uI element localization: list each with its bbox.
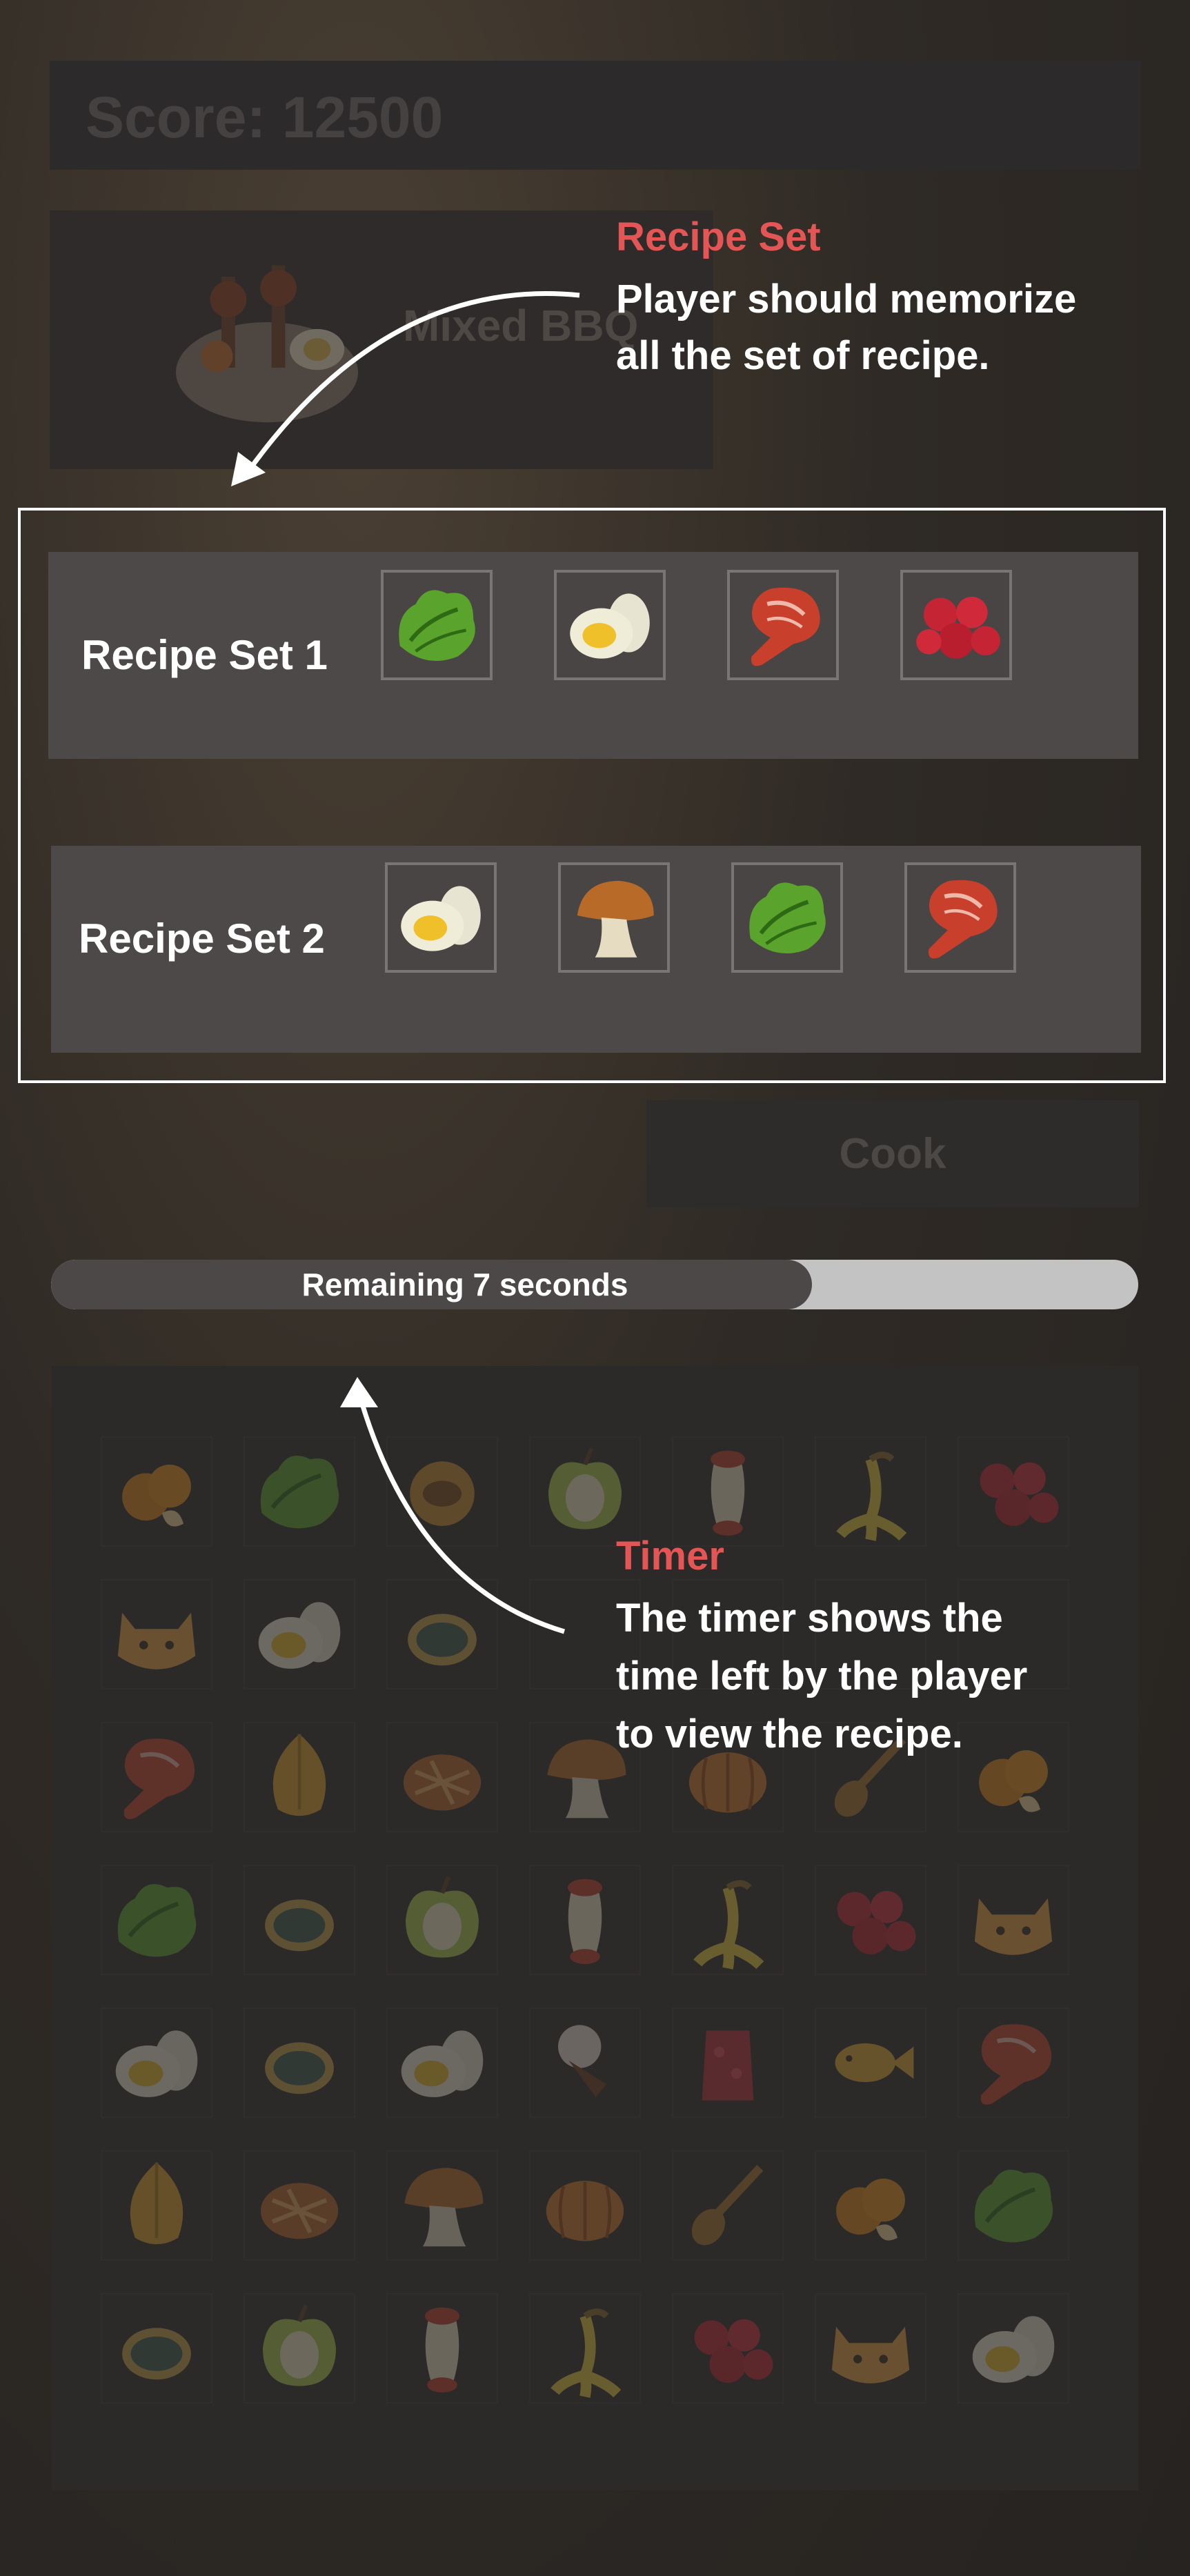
lettuce-icon [381, 570, 493, 680]
banana-peel-icon[interactable] [672, 1865, 784, 1975]
recipe-set-annotation-line1: Player should memorize [616, 277, 1077, 321]
egg-icon [385, 862, 497, 973]
recipe-set-2-label: Recipe Set 2 [79, 915, 325, 962]
cook-button[interactable]: Cook [646, 1100, 1139, 1207]
bbq-bowl-icon [153, 231, 381, 452]
pumpkin-icon[interactable] [529, 2150, 641, 2261]
apple-core-icon[interactable] [529, 1865, 641, 1975]
fish-can-icon[interactable] [101, 2293, 212, 2404]
egg-icon[interactable] [958, 2293, 1069, 2404]
meat-icon[interactable] [101, 1722, 212, 1832]
egg-icon[interactable] [386, 2008, 498, 2118]
apple-icon[interactable] [386, 1865, 498, 1975]
recipe-set-annotation-line2: all the set of recipe. [616, 333, 990, 378]
timer-annotation-line2: time left by the player [616, 1654, 1028, 1698]
berries-icon[interactable] [815, 1865, 926, 1975]
cook-button-label: Cook [839, 1130, 946, 1178]
dish-label: Mixed BBQ [403, 301, 639, 350]
timer-text: Remaining 7 seconds [301, 1267, 628, 1302]
fish-can-icon[interactable] [244, 1865, 355, 1975]
mooncake-icon[interactable] [386, 1436, 498, 1547]
mushroom-icon[interactable] [386, 2150, 498, 2261]
dish-panel: Mixed BBQ [50, 210, 713, 469]
apple-core-icon[interactable] [386, 2293, 498, 2404]
timer-annotation-title: Timer [616, 1534, 724, 1578]
banana-peel-icon[interactable] [529, 2293, 641, 2404]
meat-icon [727, 570, 839, 680]
ice-cream-icon[interactable] [529, 2008, 641, 2118]
onion-icon[interactable] [244, 1722, 355, 1832]
fish-icon[interactable] [815, 2008, 926, 2118]
fish-can-icon[interactable] [244, 2008, 355, 2118]
recipe-set-1-label: Recipe Set 1 [81, 632, 328, 678]
score-text: Score: 12500 [86, 85, 444, 150]
meat-icon [904, 862, 1016, 973]
berries-icon[interactable] [672, 2293, 784, 2404]
meat-icon[interactable] [958, 2008, 1069, 2118]
orange-icon[interactable] [958, 1722, 1069, 1832]
banana-peel-icon[interactable] [815, 1436, 926, 1547]
apple-core-icon[interactable] [672, 1436, 784, 1547]
apple-icon[interactable] [529, 1436, 641, 1547]
egg-icon [554, 570, 666, 680]
timer-bar: Remaining 7 seconds [51, 1260, 1138, 1309]
spoon-icon[interactable] [672, 2150, 784, 2261]
recipe-set-annotation-title: Recipe Set [616, 215, 821, 259]
gummy-icon[interactable] [672, 2008, 784, 2118]
lettuce-icon[interactable] [101, 1865, 212, 1975]
timer-annotation-line3: to view the recipe. [616, 1712, 963, 1756]
pie-icon[interactable] [244, 2150, 355, 2261]
cat-face-icon[interactable] [101, 1579, 212, 1690]
mushroom-icon [558, 862, 670, 973]
onion-icon[interactable] [101, 2150, 212, 2261]
timer-annotation-line1: The timer shows the [616, 1596, 1003, 1641]
berries-icon [900, 570, 1012, 680]
egg-icon[interactable] [244, 1579, 355, 1690]
pie-icon[interactable] [386, 1722, 498, 1832]
berries-icon[interactable] [958, 1436, 1069, 1547]
lettuce-icon[interactable] [958, 2150, 1069, 2261]
lettuce-icon[interactable] [244, 1436, 355, 1547]
fish-can-icon[interactable] [386, 1579, 498, 1690]
score-bar: Score: 12500 [50, 61, 1141, 170]
orange-icon[interactable] [101, 1436, 212, 1547]
lettuce-icon [731, 862, 843, 973]
ingredient-grid [51, 1366, 1138, 2490]
recipe-set-2-row: Recipe Set 2 [51, 846, 1141, 1053]
cat-face-icon[interactable] [815, 2293, 926, 2404]
cat-face-icon[interactable] [958, 1865, 1069, 1975]
orange-icon[interactable] [815, 2150, 926, 2261]
apple-icon[interactable] [244, 2293, 355, 2404]
recipe-set-1-row: Recipe Set 1 [48, 552, 1138, 759]
egg-icon[interactable] [101, 2008, 212, 2118]
